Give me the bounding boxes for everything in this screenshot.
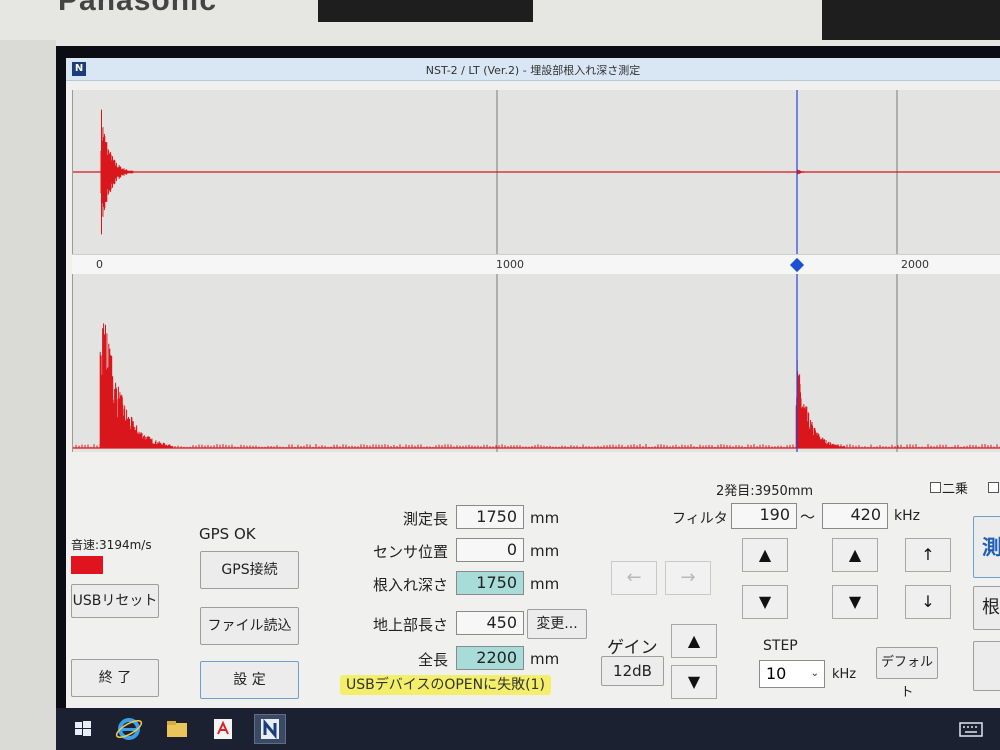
sensor-position-label: センサ位置 [372, 543, 448, 561]
nst-app-taskbar-icon[interactable] [254, 714, 286, 744]
embed-depth-value[interactable]: 1750 [456, 571, 524, 595]
file-explorer-icon[interactable] [162, 714, 194, 744]
step-unit: kHz [832, 667, 857, 682]
file-read-button[interactable]: ファイル読込 [200, 607, 299, 645]
tick-label: 0 [96, 258, 103, 271]
waveform-burst [796, 169, 814, 175]
measure-length-unit: mm [530, 509, 560, 527]
filter-high-value[interactable]: 420 [822, 503, 888, 529]
sensor-position-value[interactable]: 0 [456, 538, 524, 562]
total-length-unit: mm [530, 650, 560, 668]
windows-logo-icon [75, 721, 91, 736]
waveform-burst [99, 323, 174, 448]
square-checkbox[interactable] [930, 482, 941, 493]
filter-separator: ～ [800, 508, 816, 526]
touch-keyboard-icon [959, 722, 983, 737]
second-arrival-readout: 2発目:3950mm [716, 484, 814, 499]
gps-connect-button[interactable]: GPS接続 [200, 551, 299, 589]
filter-shift-down-button[interactable]: ↓ [905, 585, 951, 619]
app-window: N NST-2 / LT (Ver.2) - 埋設部根入れ深さ測定 0 1000… [66, 58, 1000, 708]
filter-low-down-button[interactable]: ▼ [742, 585, 788, 619]
window-title: NST-2 / LT (Ver.2) - 埋設部根入れ深さ測定 [425, 64, 641, 77]
title-bar: N NST-2 / LT (Ver.2) - 埋設部根入れ深さ測定 [66, 58, 1000, 81]
step-label: STEP [763, 638, 798, 654]
tape-strip [318, 0, 533, 22]
above-ground-label: 地上部長さ [372, 616, 448, 634]
total-length-value[interactable]: 2200 [456, 646, 524, 670]
option-checkbox[interactable] [988, 482, 999, 493]
step-selected-value: 10 [766, 664, 787, 683]
sound-speed-label: 音速:3194m/s [71, 538, 152, 552]
waveform-svg [73, 90, 1000, 254]
exit-button[interactable]: 終 了 [71, 659, 159, 697]
step-select[interactable]: 10 ⌄ [759, 660, 825, 688]
ie-logo-icon [115, 718, 143, 740]
total-length-label: 全長 [417, 651, 448, 669]
acrobat-icon [214, 719, 232, 739]
default-button[interactable]: デフォルト [876, 647, 938, 700]
taskbar [56, 708, 1000, 750]
measure-length-label: 測定長 [402, 510, 448, 528]
gain-up-button[interactable]: ▲ [671, 624, 717, 658]
keyboard-icon[interactable] [956, 714, 988, 744]
filter-unit: kHz [894, 508, 920, 524]
gain-down-button[interactable]: ▼ [671, 665, 717, 699]
x-axis-strip[interactable]: 0 1000 2000 [72, 254, 1000, 276]
square-label: 二乗 [942, 482, 969, 497]
series-color-swatch[interactable] [71, 556, 103, 574]
tick-label: 2000 [901, 258, 929, 271]
laptop-bezel-top: Panasonic [0, 0, 1000, 48]
root-depth-button[interactable]: 根 [973, 586, 1000, 630]
usb-error-message: USBデバイスのOPENに失敗(1) [340, 675, 551, 695]
filter-low-up-button[interactable]: ▲ [742, 538, 788, 572]
waveform-burst [100, 109, 134, 235]
filter-low-value[interactable]: 190 [731, 503, 797, 529]
envelope-svg [73, 274, 1000, 452]
gps-status: GPS OK [199, 525, 256, 543]
arrow-right-button[interactable]: → [665, 561, 711, 595]
waveform-plot[interactable] [72, 90, 1000, 254]
embed-depth-label: 根入れ深さ [372, 576, 448, 594]
filter-high-down-button[interactable]: ▼ [832, 585, 878, 619]
usb-reset-button[interactable]: USBリセット [71, 584, 159, 618]
nst-logo-icon [261, 718, 279, 740]
windows-start-icon[interactable] [68, 714, 100, 744]
embed-depth-unit: mm [530, 575, 560, 593]
above-ground-value[interactable]: 450 [456, 611, 524, 635]
tape-strip [822, 0, 1000, 40]
right-action-button[interactable] [973, 641, 1000, 691]
settings-button[interactable]: 設 定 [200, 661, 299, 699]
measure-button[interactable]: 測 [973, 516, 1000, 578]
gain-label: ゲイン [607, 638, 658, 658]
filter-label: フィルタ [672, 511, 728, 527]
folder-icon [167, 721, 187, 737]
filter-high-up-button[interactable]: ▲ [832, 538, 878, 572]
arrow-left-button[interactable]: ← [611, 561, 657, 595]
change-button[interactable]: 変更... [527, 609, 587, 639]
chevron-down-icon: ⌄ [810, 668, 819, 679]
cursor-marker[interactable] [789, 257, 805, 273]
gain-value: 12dB [601, 656, 664, 686]
brand-logo: Panasonic [58, 0, 218, 17]
ie-browser-icon[interactable] [114, 714, 146, 744]
sensor-position-unit: mm [530, 542, 560, 560]
laptop-bezel-left [0, 40, 56, 750]
pdf-reader-icon[interactable] [208, 714, 240, 744]
tick-label: 1000 [496, 258, 524, 271]
filter-shift-up-button[interactable]: ↑ [905, 538, 951, 572]
measure-length-value[interactable]: 1750 [456, 505, 524, 529]
waveform-burst [795, 359, 846, 448]
envelope-plot[interactable] [72, 274, 1000, 452]
